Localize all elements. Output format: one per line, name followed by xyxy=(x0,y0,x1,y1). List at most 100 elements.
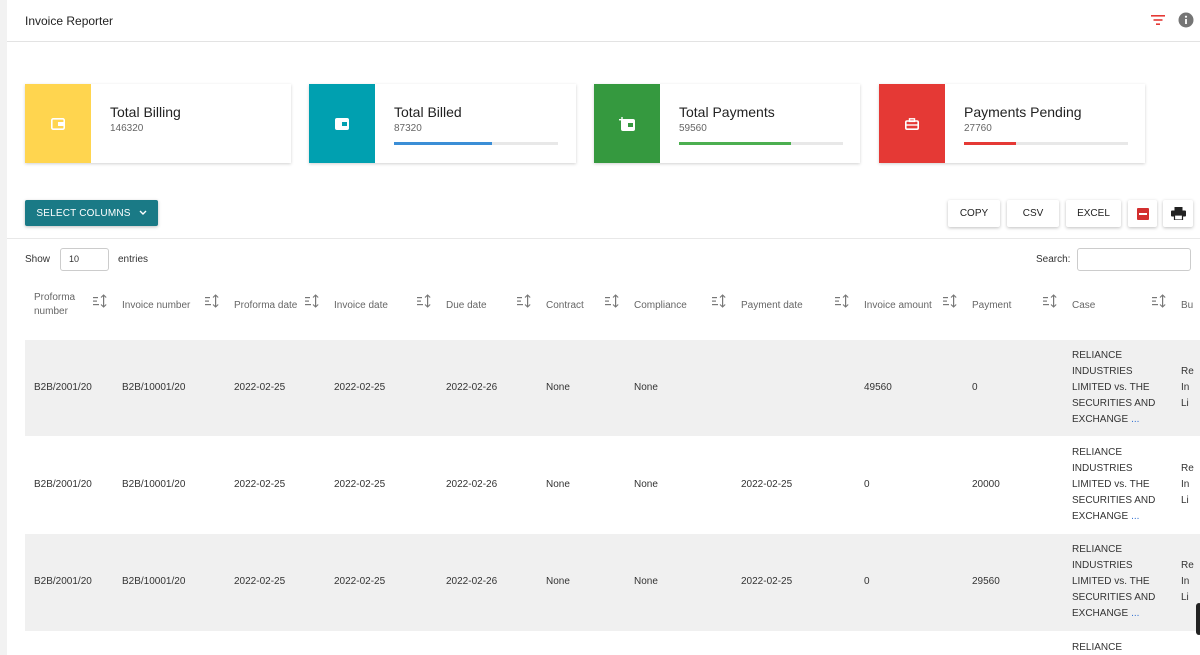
cell-proforma-number: B2B/2001/20 xyxy=(34,382,92,393)
cell-invoice-number: B2B/10001/20 xyxy=(122,479,186,490)
progress-bar xyxy=(394,142,493,145)
cell-proforma-date: 2022-02-25 xyxy=(234,479,286,490)
select-columns-label: SELECT COLUMNS xyxy=(36,207,131,219)
bu-line: Re xyxy=(1181,366,1194,377)
search-input[interactable] xyxy=(1077,248,1191,271)
print-icon xyxy=(1170,207,1186,220)
bu-line: In xyxy=(1181,479,1190,490)
case-line: SECURITIES AND xyxy=(1072,495,1156,506)
sort-icon[interactable] xyxy=(204,294,219,308)
card-title: Total Billing xyxy=(110,104,181,120)
page-title: Invoice Reporter xyxy=(25,14,114,28)
column-header-proforma-date[interactable]: Proforma date xyxy=(234,299,297,313)
cell-invoice-amount: 0 xyxy=(864,576,870,587)
progress-bar xyxy=(679,142,791,145)
sort-icon[interactable] xyxy=(1151,294,1166,308)
wallet-add-icon xyxy=(594,84,660,163)
pdf-icon xyxy=(1136,207,1149,220)
cell-proforma-date: 2022-02-25 xyxy=(234,576,286,587)
cell-case: RELIANCE INDUSTRIES LIMITED vs. THE SECU… xyxy=(1072,542,1162,622)
cell-invoice-date: 2022-02-25 xyxy=(334,576,386,587)
sort-icon[interactable] xyxy=(711,294,726,308)
column-header-contract[interactable]: Contract xyxy=(546,299,584,313)
table-row[interactable]: B2B/2001/20 B2B/10001/20 2022-02-25 2022… xyxy=(25,340,1200,436)
column-header-invoice-number[interactable]: Invoice number xyxy=(122,299,190,313)
cell-invoice-amount: 0 xyxy=(864,479,870,490)
cell-invoice-number: B2B/10001/20 xyxy=(122,382,186,393)
pdf-button[interactable] xyxy=(1128,200,1157,227)
column-header-payment-date[interactable]: Payment date xyxy=(741,299,803,313)
case-line: LIMITED vs. THE xyxy=(1072,576,1150,587)
progress-track xyxy=(964,142,1128,145)
bu-line: Li xyxy=(1181,495,1189,506)
bu-line: In xyxy=(1181,382,1190,393)
table-row[interactable]: B2B/2001/20 B2B/10001/20 2022-02-25 2022… xyxy=(25,436,1200,534)
progress-bar xyxy=(964,142,1017,145)
sort-icon[interactable] xyxy=(92,294,107,308)
csv-button[interactable]: CSV xyxy=(1007,200,1059,227)
wallet-icon xyxy=(309,84,375,163)
cell-compliance: None xyxy=(634,382,658,393)
sort-icon[interactable] xyxy=(416,294,431,308)
case-line: RELIANCE xyxy=(1072,544,1123,555)
case-line: EXCHANGE xyxy=(1072,511,1129,522)
cell-contract: None xyxy=(546,382,570,393)
cell-due-date: 2022-02-26 xyxy=(446,576,498,587)
column-header-due-date[interactable]: Due date xyxy=(446,299,487,313)
table-row[interactable]: B2B/2001/20 B2B/10001/20 2022-02-25 2022… xyxy=(25,534,1200,631)
cell-invoice-number: B2B/10001/20 xyxy=(122,576,186,587)
print-button[interactable] xyxy=(1163,200,1193,227)
case-line: EXCHANGE xyxy=(1072,414,1129,425)
case-line: INDUSTRIES xyxy=(1072,463,1133,474)
cell-payment: 0 xyxy=(972,382,978,393)
column-header-invoice-amount[interactable]: Invoice amount xyxy=(864,299,932,313)
search-label: Search: xyxy=(1036,254,1071,265)
cell-payment-date: 2022-02-25 xyxy=(741,576,793,587)
cell-proforma-number: B2B/2001/20 xyxy=(34,576,92,587)
entries-select[interactable]: 10 xyxy=(60,248,109,271)
table-row[interactable]: RELIANCE xyxy=(25,631,1200,655)
case-line: LIMITED vs. THE xyxy=(1072,382,1150,393)
column-header-compliance[interactable]: Compliance xyxy=(634,299,687,313)
cell-payment: 20000 xyxy=(972,479,1000,490)
excel-button[interactable]: EXCEL xyxy=(1066,200,1121,227)
column-header-payment[interactable]: Payment xyxy=(972,299,1011,313)
bu-line: In xyxy=(1181,576,1190,587)
filter-icon[interactable] xyxy=(1150,12,1166,28)
column-header-invoice-date[interactable]: Invoice date xyxy=(334,299,388,313)
chevron-down-icon xyxy=(139,210,147,215)
column-header-proforma-number[interactable]: Proforma number xyxy=(34,291,84,319)
sort-icon[interactable] xyxy=(516,294,531,308)
sort-icon[interactable] xyxy=(604,294,619,308)
show-label: Show xyxy=(25,254,51,265)
select-columns-button[interactable]: SELECT COLUMNS xyxy=(25,200,158,226)
cell-invoice-date: 2022-02-25 xyxy=(334,382,386,393)
sort-icon[interactable] xyxy=(942,294,957,308)
sort-icon[interactable] xyxy=(834,294,849,308)
card-payments-pending: Payments Pending 27760 xyxy=(879,84,1145,163)
sort-icon[interactable] xyxy=(304,294,319,308)
cell-compliance: None xyxy=(634,576,658,587)
case-line: EXCHANGE xyxy=(1072,608,1129,619)
case-line: RELIANCE xyxy=(1072,447,1123,458)
sort-icon[interactable] xyxy=(1042,294,1057,308)
column-header-case[interactable]: Case xyxy=(1072,299,1095,313)
column-header-bu[interactable]: Bu xyxy=(1181,299,1200,313)
card-value: 59560 xyxy=(679,123,707,134)
card-value: 27760 xyxy=(964,123,992,134)
info-icon[interactable] xyxy=(1178,12,1194,28)
scrollbar-handle[interactable] xyxy=(1196,603,1200,635)
cell-payment-date: 2022-02-25 xyxy=(741,479,793,490)
cell-due-date: 2022-02-26 xyxy=(446,479,498,490)
cell-case: RELIANCE xyxy=(1072,640,1162,655)
case-more-link[interactable]: ... xyxy=(1131,608,1139,619)
copy-button[interactable]: COPY xyxy=(948,200,1000,227)
cell-proforma-date: 2022-02-25 xyxy=(234,382,286,393)
cell-proforma-number: B2B/2001/20 xyxy=(34,479,92,490)
card-total-payments: Total Payments 59560 xyxy=(594,84,860,163)
card-total-billing: Total Billing 146320 xyxy=(25,84,291,163)
case-more-link[interactable]: ... xyxy=(1131,414,1139,425)
card-title: Total Payments xyxy=(679,104,775,120)
divider xyxy=(7,238,1200,239)
case-more-link[interactable]: ... xyxy=(1131,511,1139,522)
